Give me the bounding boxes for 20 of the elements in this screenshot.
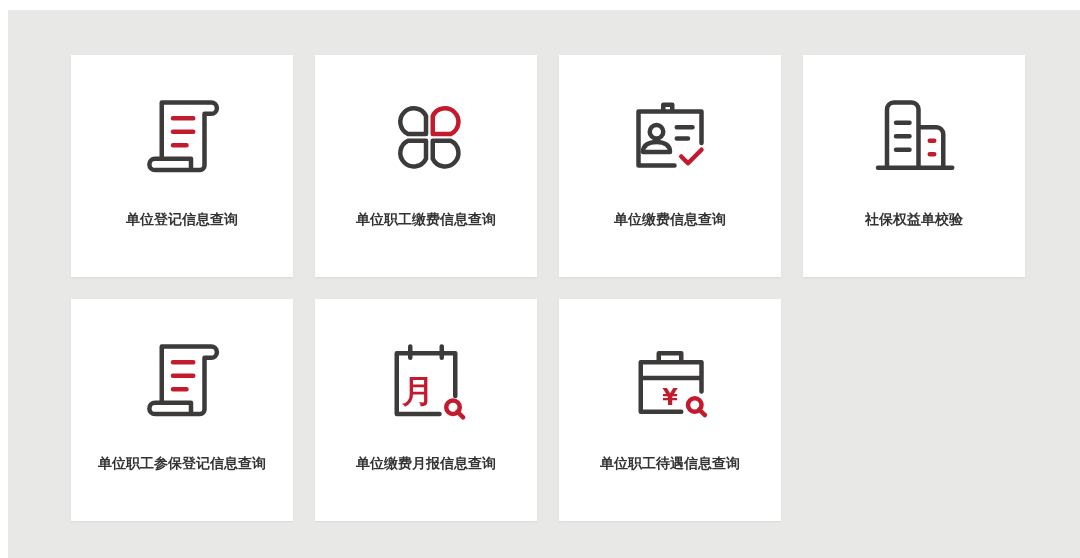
menu-card[interactable]: 月 单位缴费月报信息查询: [315, 299, 537, 521]
menu-card[interactable]: 单位职工参保登记信息查询: [71, 299, 293, 521]
menu-card[interactable]: 社保权益单校验: [803, 55, 1025, 277]
search-icon: [444, 398, 466, 420]
card-label: 单位职工待遇信息查询: [600, 454, 740, 473]
search-icon: [685, 396, 708, 418]
icon-glyph: ¥: [662, 384, 678, 410]
icon-glyph: 月: [402, 372, 435, 409]
card-label: 单位职工参保登记信息查询: [98, 454, 266, 473]
calendar-icon: [394, 344, 458, 417]
card-label: 社保权益单校验: [865, 210, 963, 229]
menu-card[interactable]: ¥ 单位职工待遇信息查询: [559, 299, 781, 521]
menu-card[interactable]: 单位职工缴费信息查询: [315, 55, 537, 277]
card-label: 单位缴费信息查询: [614, 210, 726, 229]
menu-card[interactable]: 单位登记信息查询: [71, 55, 293, 277]
card-label: 单位缴费月报信息查询: [356, 454, 496, 473]
card-label: 单位登记信息查询: [126, 210, 238, 229]
menu-card[interactable]: 单位缴费信息查询: [559, 55, 781, 277]
briefcase-icon: [638, 351, 704, 414]
card-label: 单位职工缴费信息查询: [356, 210, 496, 229]
